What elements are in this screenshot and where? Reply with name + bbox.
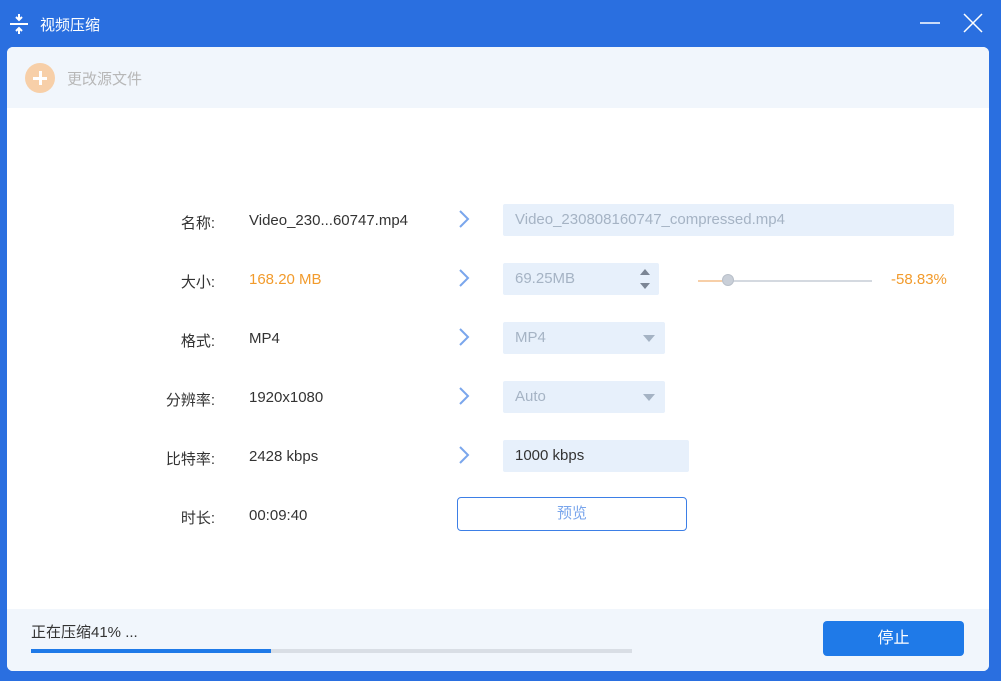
- resolution-dropdown-value: Auto: [515, 388, 546, 405]
- chevron-right-icon: [459, 328, 470, 346]
- dialog-body: 更改源文件 名称: Video_230...60747.mp4 Video_23…: [7, 47, 989, 671]
- minimize-button[interactable]: [919, 12, 941, 34]
- source-size-value: 168.20 MB: [249, 271, 322, 288]
- size-slider[interactable]: [698, 274, 872, 286]
- source-bitrate-value: 2428 kbps: [249, 448, 319, 465]
- chevron-right-icon: [459, 446, 470, 464]
- size-label: 大小:: [180, 274, 215, 291]
- bitrate-field-value: 1000 kbps: [515, 447, 585, 464]
- slider-knob[interactable]: [722, 274, 734, 286]
- compress-status: 正在压缩41% ...: [31, 624, 138, 641]
- chevron-right-icon: [459, 387, 470, 405]
- source-format-value: MP4: [249, 330, 280, 347]
- format-dropdown-value: MP4: [515, 329, 546, 346]
- change-source-label: 更改源文件: [67, 70, 143, 88]
- duration-label: 时长:: [180, 510, 215, 527]
- output-size-value: 69.25MB: [515, 270, 576, 287]
- window-title: 视频压缩: [40, 17, 101, 34]
- output-size-stepper[interactable]: 69.25MB: [503, 263, 659, 295]
- progress-bar: [31, 649, 632, 653]
- preview-button[interactable]: 预览: [457, 497, 687, 531]
- resolution-dropdown[interactable]: Auto: [503, 381, 665, 413]
- source-resolution-value: 1920x1080: [249, 389, 324, 406]
- change-source-button[interactable]: 更改源文件: [25, 63, 142, 93]
- caret-down-icon: [643, 335, 655, 342]
- plus-icon: [25, 63, 55, 93]
- output-name-field[interactable]: Video_230808160747_compressed.mp4: [503, 204, 954, 236]
- stepper-arrows-icon[interactable]: [639, 265, 651, 293]
- output-name-value: Video_230808160747_compressed.mp4: [515, 211, 785, 228]
- compress-window: 视频压缩 更改源文件 名称: Video_230...60747.mp4 Vid…: [0, 0, 1001, 681]
- progress-fill: [31, 649, 271, 653]
- toolbar: 更改源文件: [7, 47, 989, 108]
- title-bar: 视频压缩: [0, 0, 1001, 47]
- source-name-value: Video_230...60747.mp4: [249, 212, 409, 229]
- footer: 正在压缩41% ... 停止: [7, 609, 989, 671]
- chevron-right-icon: [459, 269, 470, 287]
- size-change-percent: -58.83%: [891, 271, 947, 288]
- source-duration-value: 00:09:40: [249, 507, 308, 524]
- format-label: 格式:: [180, 333, 215, 350]
- bitrate-field[interactable]: 1000 kbps: [503, 440, 689, 472]
- name-label: 名称:: [180, 215, 215, 232]
- format-dropdown[interactable]: MP4: [503, 322, 665, 354]
- compress-icon: [10, 14, 28, 34]
- chevron-right-icon: [459, 210, 470, 228]
- stop-button[interactable]: 停止: [823, 621, 964, 656]
- resolution-label: 分辨率:: [165, 392, 215, 409]
- caret-down-icon: [643, 394, 655, 401]
- close-button[interactable]: [962, 12, 984, 34]
- bitrate-label: 比特率:: [165, 451, 215, 468]
